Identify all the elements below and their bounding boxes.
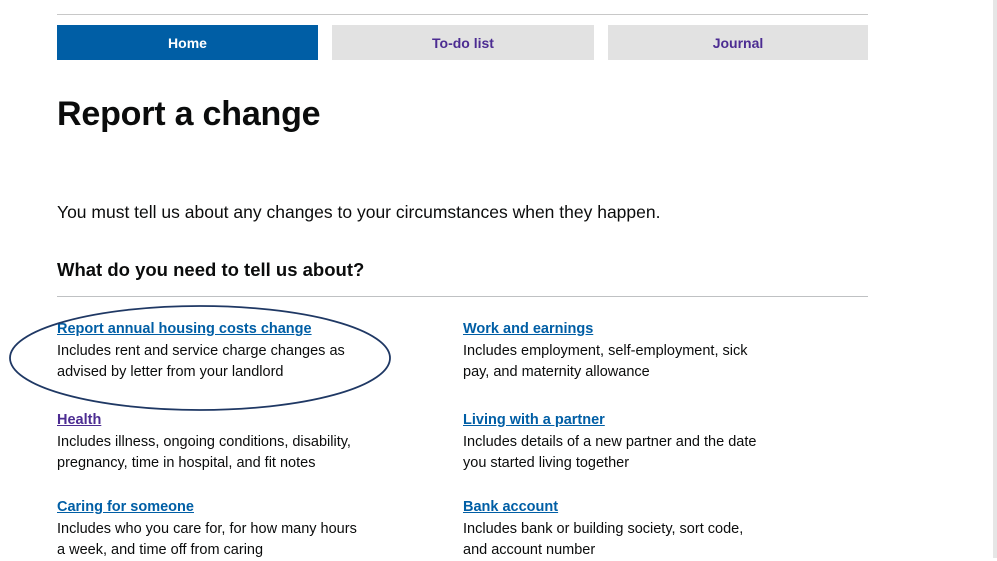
description-line: and account number — [463, 542, 596, 558]
description-line: Includes employment, self-employment, si… — [463, 343, 748, 359]
health-link[interactable]: Health — [57, 411, 101, 429]
header-divider — [57, 14, 868, 15]
tab-journal[interactable]: Journal — [608, 25, 868, 60]
section-divider — [57, 296, 868, 297]
topic-caring: Caring for someone Includes who you care… — [57, 498, 417, 561]
description-line: pregnancy, time in hospital, and fit not… — [57, 455, 316, 471]
topic-description: Includes who you care for, for how many … — [57, 519, 417, 561]
caring-for-someone-link[interactable]: Caring for someone — [57, 498, 194, 516]
work-and-earnings-link[interactable]: Work and earnings — [463, 320, 593, 338]
description-line: a week, and time off from caring — [57, 542, 264, 558]
topic-bank-account: Bank account Includes bank or building s… — [463, 498, 823, 561]
topic-description: Includes rent and service charge changes… — [57, 341, 417, 383]
description-line: Includes bank or building society, sort … — [463, 521, 744, 537]
topic-description: Includes employment, self-employment, si… — [463, 341, 823, 383]
description-line: advised by letter from your landlord — [57, 364, 284, 380]
intro-text: You must tell us about any changes to yo… — [57, 202, 661, 222]
topic-housing-costs: Report annual housing costs change Inclu… — [57, 320, 417, 383]
description-line: Includes rent and service charge changes… — [57, 343, 345, 359]
topic-description: Includes bank or building society, sort … — [463, 519, 823, 561]
tab-journal-label: Journal — [712, 34, 764, 51]
section-heading: What do you need to tell us about? — [57, 259, 365, 280]
topic-work-earnings: Work and earnings Includes employment, s… — [463, 320, 823, 383]
tab-to-do-list-label: To-do list — [432, 34, 494, 51]
living-with-partner-link[interactable]: Living with a partner — [463, 411, 605, 429]
housing-costs-link[interactable]: Report annual housing costs change — [57, 320, 312, 338]
tab-to-do-list[interactable]: To-do list — [332, 25, 594, 60]
topic-health: Health Includes illness, ongoing conditi… — [57, 411, 417, 474]
description-line: you started living together — [463, 455, 630, 471]
description-line: pay, and maternity allowance — [463, 364, 650, 380]
window-edge — [993, 0, 997, 558]
bank-account-link[interactable]: Bank account — [463, 498, 558, 516]
page-title: Report a change — [57, 95, 321, 133]
description-line: Includes illness, ongoing conditions, di… — [57, 434, 351, 450]
main-nav: Home To-do list Journal — [57, 25, 868, 60]
tab-home[interactable]: Home — [57, 25, 318, 60]
tab-home-label: Home — [168, 34, 207, 51]
description-line: Includes details of a new partner and th… — [463, 434, 757, 450]
topic-description: Includes details of a new partner and th… — [463, 432, 823, 474]
topic-living-with-partner: Living with a partner Includes details o… — [463, 411, 823, 474]
topic-description: Includes illness, ongoing conditions, di… — [57, 432, 417, 474]
report-a-change-page: Home To-do list Journal Report a change … — [0, 0, 997, 558]
description-line: Includes who you care for, for how many … — [57, 521, 357, 537]
